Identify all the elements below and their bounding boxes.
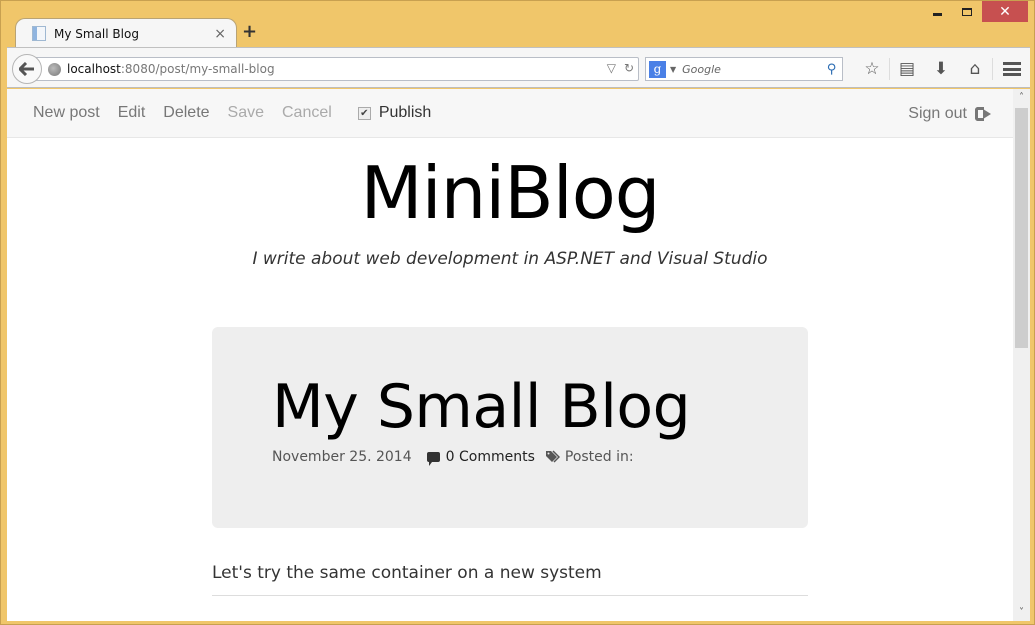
publish-label: Publish xyxy=(378,104,432,121)
content-divider xyxy=(212,595,808,596)
bookmark-star-icon[interactable]: ☆ xyxy=(855,59,889,79)
reload-icon[interactable]: ↻ xyxy=(624,61,634,75)
tab-close-icon[interactable]: × xyxy=(214,26,226,42)
admin-bar: New post Edit Delete Save Cancel ✔ Publi… xyxy=(7,89,1013,138)
posted-in-label: Posted in: xyxy=(564,449,634,465)
publish-toggle[interactable]: ✔ Publish xyxy=(357,104,432,122)
back-button[interactable] xyxy=(12,54,42,84)
cancel-link[interactable]: Cancel xyxy=(282,104,332,122)
google-icon[interactable]: g xyxy=(649,60,666,78)
page-viewport: New post Edit Delete Save Cancel ✔ Publi… xyxy=(7,89,1030,621)
toolbar-separator xyxy=(992,58,993,80)
url-host: localhost xyxy=(67,62,121,76)
hamburger-menu-icon[interactable] xyxy=(1003,62,1021,76)
delete-link[interactable]: Delete xyxy=(163,104,209,122)
url-path: :8080/post/my-small-blog xyxy=(120,62,275,76)
globe-icon xyxy=(48,62,61,76)
home-icon[interactable]: ⌂ xyxy=(958,59,992,79)
post-header: My Small Blog November 25. 2014 0 Commen… xyxy=(212,327,808,528)
scroll-down-button[interactable]: ˅ xyxy=(1013,604,1030,621)
downloads-icon[interactable]: ⬇ xyxy=(924,59,958,79)
search-placeholder: Google xyxy=(682,62,721,76)
toolbar-icons: ☆ ▤ ⬇ ⌂ xyxy=(855,57,1021,81)
sign-out-icon xyxy=(975,107,991,121)
blog-subtitle: I write about web development in ASP.NET… xyxy=(252,249,768,269)
comment-icon xyxy=(426,452,440,466)
new-tab-button[interactable]: + xyxy=(242,21,257,42)
blog-title[interactable]: MiniBlog xyxy=(7,151,1013,235)
url-actions: ▽ ↻ xyxy=(607,61,634,75)
post-date: November 25. 2014 xyxy=(272,449,412,465)
save-link[interactable]: Save xyxy=(228,104,264,122)
close-icon: ✕ xyxy=(999,3,1011,20)
tags-icon xyxy=(545,450,560,464)
minimize-button[interactable] xyxy=(922,1,952,22)
new-post-link[interactable]: New post xyxy=(33,104,100,122)
window-controls: ✕ xyxy=(922,1,1028,22)
scroll-up-button[interactable]: ˄ xyxy=(1013,89,1030,106)
search-icon[interactable]: ⚲ xyxy=(827,62,837,77)
engine-dropdown-icon[interactable]: ▼ xyxy=(670,65,676,74)
url-bar[interactable]: localhost:8080/post/my-small-blog ▽ ↻ xyxy=(29,57,639,81)
navigation-toolbar: localhost:8080/post/my-small-blog ▽ ↻ g … xyxy=(7,47,1030,88)
post-content: Let's try the same container on a new sy… xyxy=(212,563,602,583)
browser-tab[interactable]: My Small Blog × xyxy=(15,18,237,48)
history-dropdown-icon[interactable]: ▽ xyxy=(607,61,616,75)
scroll-thumb[interactable] xyxy=(1015,108,1028,348)
vertical-scrollbar[interactable]: ˄ ˅ xyxy=(1013,89,1030,621)
maximize-icon xyxy=(962,7,972,16)
sign-out-link[interactable]: Sign out xyxy=(908,105,991,123)
reading-list-icon[interactable]: ▤ xyxy=(890,59,924,79)
post-meta: November 25. 2014 0 Comments Posted in: xyxy=(272,449,634,466)
edit-link[interactable]: Edit xyxy=(118,104,146,122)
page-icon xyxy=(32,26,46,41)
admin-actions: New post Edit Delete Save Cancel ✔ Publi… xyxy=(33,104,431,122)
tab-title: My Small Blog xyxy=(54,26,139,41)
minimize-icon xyxy=(932,13,942,16)
publish-checkbox[interactable]: ✔ xyxy=(357,106,371,120)
comments-link[interactable]: 0 Comments xyxy=(446,449,535,465)
close-window-button[interactable]: ✕ xyxy=(982,1,1028,22)
maximize-button[interactable] xyxy=(952,1,982,22)
back-arrow-icon xyxy=(19,62,34,76)
browser-window: ✕ My Small Blog × + localhost:8080/post/… xyxy=(0,0,1035,625)
search-bar[interactable]: g ▼ Google ⚲ xyxy=(645,57,843,81)
sign-out-label: Sign out xyxy=(908,105,967,122)
post-title: My Small Blog xyxy=(272,372,691,442)
